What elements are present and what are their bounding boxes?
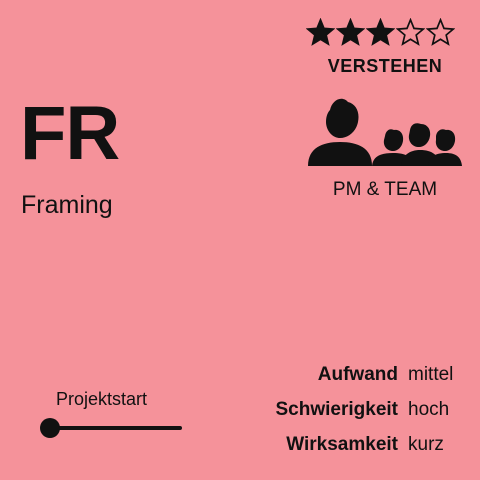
- metric-row: Wirksamkeit kurz: [230, 434, 470, 469]
- timeline-marker: [40, 418, 60, 438]
- metric-row: Schwierigkeit hoch: [230, 399, 470, 434]
- rating-label: VERSTEHEN: [327, 56, 443, 76]
- metric-key: Schwierigkeit: [275, 399, 399, 420]
- star-filled-icon: [306, 18, 335, 46]
- audience-label: PM & TEAM: [332, 179, 438, 200]
- metric-key: Aufwand: [317, 364, 398, 385]
- method-abbreviation: FR: [20, 91, 120, 176]
- method-card: FR Framing VERSTEHEN PM & TEAM Projektst…: [0, 0, 480, 480]
- team-icon: [308, 98, 462, 166]
- metric-value: mittel: [408, 364, 454, 385]
- method-name: Framing: [21, 191, 113, 219]
- metric-key: Wirksamkeit: [286, 434, 398, 455]
- star-rating: [306, 18, 466, 47]
- metric-value: kurz: [408, 434, 444, 455]
- star-empty-icon: [426, 18, 455, 46]
- star-empty-icon: [396, 18, 425, 46]
- metric-row: Aufwand mittel: [230, 364, 470, 399]
- metric-value: hoch: [408, 399, 450, 420]
- timeline-label: Projektstart: [56, 389, 148, 409]
- timeline-bar: [40, 418, 182, 438]
- star-filled-icon: [336, 18, 365, 46]
- star-filled-icon: [366, 18, 395, 46]
- metrics-table: Aufwand mittel Schwierigkeit hoch Wirksa…: [230, 364, 470, 469]
